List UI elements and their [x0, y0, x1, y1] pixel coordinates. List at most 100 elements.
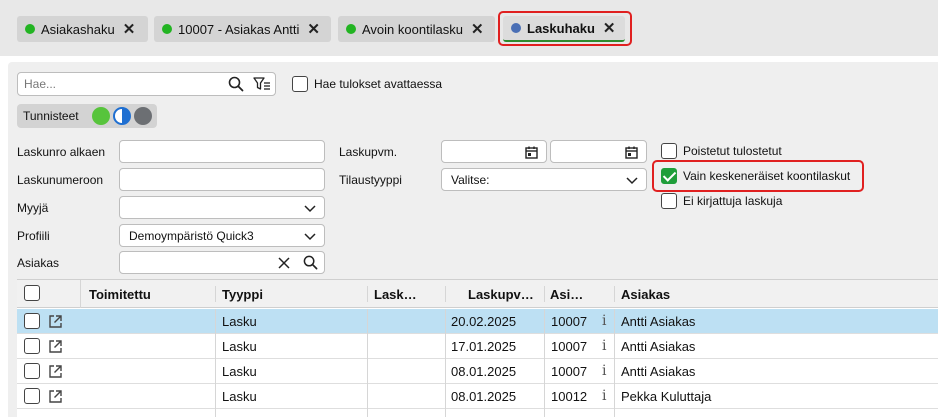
cell-customer: Antti Asiakas	[621, 339, 696, 354]
clear-icon[interactable]	[278, 257, 290, 269]
close-icon[interactable]: ✕	[123, 22, 136, 37]
invoice-to-field[interactable]	[119, 168, 325, 191]
column-divider	[445, 409, 446, 417]
column-divider	[367, 409, 368, 417]
row-checkbox[interactable]	[24, 313, 40, 329]
date-label: Laskupvm.	[339, 145, 398, 159]
order-type-select[interactable]: Valitse:	[441, 168, 647, 191]
seller-select[interactable]	[119, 196, 325, 219]
date-from-field[interactable]	[441, 140, 547, 163]
invoice-from-field[interactable]	[119, 140, 325, 163]
chevron-down-icon	[626, 177, 638, 185]
table-row[interactable]: Lasku 08.01.2025 10012 i Pekka Kuluttaja	[17, 384, 938, 409]
row-checkbox[interactable]	[24, 363, 40, 379]
open-results-label: Hae tulokset avattaessa	[314, 77, 443, 91]
table-row[interactable]: Lasku 17.01.2025 10007 i Antti Asiakas	[17, 334, 938, 359]
column-divider	[445, 384, 446, 409]
select-all-checkbox[interactable]	[24, 285, 40, 301]
col-asiakasnro[interactable]: Asi…	[550, 287, 583, 302]
chevron-down-icon	[304, 205, 316, 213]
profile-select[interactable]: Demoympäristö Quick3	[119, 224, 325, 247]
info-icon[interactable]: i	[602, 338, 606, 354]
order-type-value: Valitse:	[451, 173, 490, 187]
row-checkbox[interactable]	[24, 388, 40, 404]
tab-avoin-koontilasku[interactable]: Avoin koontilasku ✕	[338, 16, 495, 42]
invoice-from-label: Laskunro alkaen	[17, 145, 106, 159]
column-divider[interactable]	[367, 286, 368, 302]
tab-asiakashaku[interactable]: Asiakashaku ✕	[17, 16, 148, 42]
table-row[interactable]: Lasku 08.01.2025 10007 i Antti Asiakas	[17, 359, 938, 384]
open-external-icon[interactable]	[48, 339, 63, 354]
tag-halfblue-icon[interactable]	[113, 107, 131, 125]
search-icon[interactable]	[303, 255, 318, 270]
col-toimitettu[interactable]: Toimitettu	[89, 287, 151, 302]
status-dot-icon	[346, 24, 356, 34]
column-divider[interactable]	[215, 286, 216, 302]
search-input[interactable]	[24, 77, 214, 91]
column-divider	[614, 409, 615, 417]
profile-label: Profiili	[17, 229, 50, 243]
tag-gray-icon[interactable]	[134, 107, 152, 125]
cell-type: Lasku	[222, 314, 257, 329]
column-divider[interactable]	[544, 286, 545, 302]
open-external-icon[interactable]	[48, 314, 63, 329]
column-divider	[614, 359, 615, 384]
deleted-printouts-checkbox[interactable]	[661, 143, 677, 159]
open-external-icon[interactable]	[48, 389, 63, 404]
col-laskupvm[interactable]: Laskupv…	[468, 287, 534, 302]
deleted-printouts-label: Poistetut tulostetut	[683, 144, 782, 158]
calendar-icon[interactable]	[525, 146, 538, 159]
cell-customer: Pekka Kuluttaja	[621, 389, 712, 404]
column-divider[interactable]	[445, 286, 446, 302]
table-row[interactable]: Lasku 20.02.2025 10007 i Antti Asiakas	[17, 309, 938, 334]
tab-bar: Asiakashaku ✕ 10007 - Asiakas Antti ✕ Av…	[0, 0, 938, 56]
column-divider	[544, 409, 545, 417]
cell-date: 08.01.2025	[451, 389, 517, 404]
cell-customer: Antti Asiakas	[621, 364, 696, 379]
filter-icon[interactable]	[253, 76, 271, 92]
date-to-field[interactable]	[550, 140, 647, 163]
column-divider	[544, 384, 545, 409]
close-icon[interactable]: ✕	[307, 22, 320, 37]
info-icon[interactable]: i	[602, 363, 606, 379]
tags-label: Tunnisteet	[23, 109, 79, 123]
tab-customer-antti[interactable]: 10007 - Asiakas Antti ✕	[154, 16, 331, 42]
column-divider	[544, 309, 545, 334]
info-icon[interactable]: i	[602, 313, 606, 329]
row-checkbox[interactable]	[24, 338, 40, 354]
status-dot-icon	[162, 24, 172, 34]
column-divider	[614, 334, 615, 359]
unposted-checkbox[interactable]	[661, 193, 677, 209]
tag-green-icon[interactable]	[92, 107, 110, 125]
unposted-label: Ei kirjattuja laskuja	[683, 194, 783, 208]
column-divider	[544, 359, 545, 384]
close-icon[interactable]: ✕	[471, 22, 484, 37]
cell-customer-no: 10007	[551, 364, 588, 379]
cell-date: 20.02.2025	[451, 314, 517, 329]
calendar-icon[interactable]	[625, 146, 638, 159]
column-divider[interactable]	[80, 280, 81, 308]
column-divider	[215, 409, 216, 417]
cell-type: Lasku	[222, 364, 257, 379]
invoice-to-label: Laskunumeroon	[17, 173, 104, 187]
table-row[interactable]	[17, 409, 938, 417]
chevron-down-icon	[304, 233, 316, 241]
open-external-icon[interactable]	[48, 364, 63, 379]
col-laskunro[interactable]: Lask…	[374, 287, 417, 302]
highlight-box	[498, 11, 632, 46]
cell-customer-no: 10012	[551, 389, 588, 404]
cell-date: 08.01.2025	[451, 364, 517, 379]
column-divider[interactable]	[614, 286, 615, 302]
highlight-box	[652, 160, 864, 192]
customer-field[interactable]	[119, 251, 325, 274]
search-icon[interactable]	[228, 76, 244, 92]
col-tyyppi[interactable]: Tyyppi	[222, 287, 263, 302]
info-icon[interactable]: i	[602, 388, 606, 404]
open-results-checkbox[interactable]	[292, 76, 308, 92]
col-asiakas[interactable]: Asiakas	[621, 287, 670, 302]
search-box	[17, 72, 276, 96]
cell-customer-no: 10007	[551, 314, 588, 329]
column-divider	[215, 384, 216, 409]
column-divider	[367, 359, 368, 384]
column-divider	[215, 309, 216, 334]
